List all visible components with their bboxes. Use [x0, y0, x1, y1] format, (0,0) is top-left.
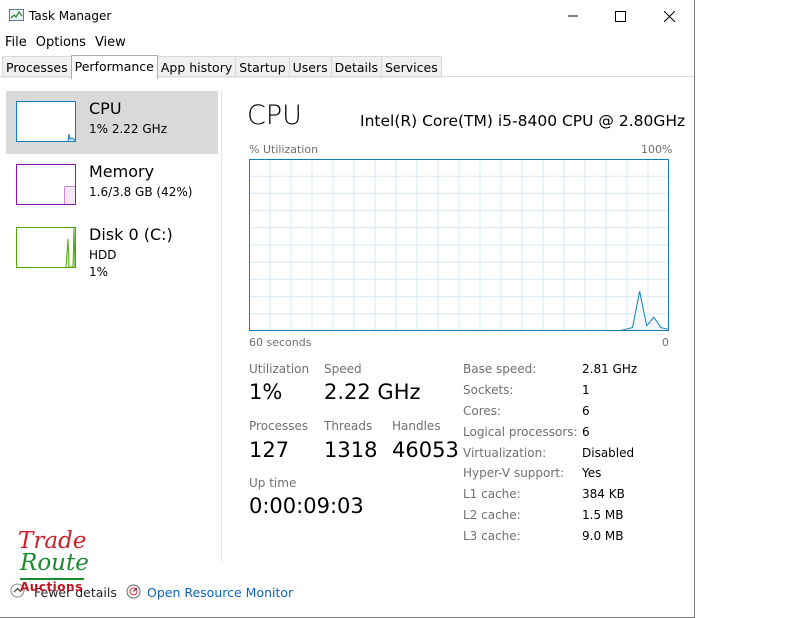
sidebar-item-cpu[interactable]: CPU 1% 2.22 GHz	[6, 91, 218, 154]
window-title: Task Manager	[29, 9, 112, 23]
tab-performance[interactable]: Performance	[70, 55, 158, 79]
maximize-icon	[614, 10, 626, 22]
resource-list: CPU 1% 2.22 GHz Memory 1.6/3.8 GB (42%) …	[6, 91, 218, 280]
menu-file[interactable]: File	[0, 33, 31, 53]
spec-value: 1	[582, 383, 590, 397]
tab-strip: Processes Performance App history Startu…	[2, 55, 442, 79]
graph-time-end: 0	[662, 336, 669, 349]
processes-value: 127	[249, 438, 290, 462]
spec-value: Yes	[582, 466, 602, 480]
sidebar-item-subtitle: 1.6/3.8 GB (42%)	[89, 185, 193, 199]
spec-value: 1.5 MB	[582, 508, 624, 522]
utilization-label: Utilization	[249, 362, 310, 376]
open-resource-monitor-link[interactable]: Open Resource Monitor	[147, 585, 293, 600]
handles-value: 46053	[392, 438, 459, 462]
spec-label: Hyper-V support:	[463, 466, 565, 480]
watermark-line3: Auctions	[20, 580, 83, 594]
maximize-button[interactable]	[597, 0, 643, 32]
handles-label: Handles	[392, 419, 441, 433]
spec-label: Base speed:	[463, 362, 537, 376]
sidebar-item-title: Disk 0 (C:)	[89, 225, 173, 244]
uptime-value: 0:00:09:03	[249, 494, 364, 518]
trade-route-auctions-watermark: Trade Route Auctions	[18, 528, 89, 598]
spec-label: Virtualization:	[463, 446, 547, 460]
minimize-button[interactable]	[550, 0, 596, 32]
menu-view[interactable]: View	[90, 33, 130, 53]
tab-services[interactable]: Services	[381, 56, 442, 78]
memory-thumbnail-graph	[16, 164, 76, 205]
sidebar-item-title: CPU	[89, 99, 122, 118]
tab-processes[interactable]: Processes	[2, 56, 72, 78]
speed-value: 2.22 GHz	[324, 380, 421, 404]
minimize-icon	[568, 15, 578, 17]
close-icon	[663, 10, 675, 22]
disk-thumbnail-graph	[16, 227, 76, 268]
spec-label: Cores:	[463, 404, 502, 418]
sidebar-item-subtitle: HDD	[89, 248, 117, 262]
panel-divider	[221, 90, 222, 562]
spec-value: 6	[582, 425, 590, 439]
sidebar-item-usage: 1%	[89, 265, 109, 279]
graph-label: % Utilization	[249, 143, 319, 156]
spec-label: L1 cache:	[463, 487, 521, 501]
menu-options[interactable]: Options	[31, 33, 90, 53]
cpu-model-name: Intel(R) Core(TM) i5-8400 CPU @ 2.80GHz	[360, 112, 686, 130]
title-bar: Task Manager	[0, 0, 694, 32]
watermark-line2: Route	[20, 550, 89, 576]
spec-value: 384 KB	[582, 487, 625, 501]
spec-label: Logical processors:	[463, 425, 578, 439]
menu-bar: File Options View	[0, 33, 130, 53]
task-manager-window: Task Manager File Options View Processes…	[0, 0, 695, 618]
graph-max-label: 100%	[641, 143, 673, 156]
spec-value: 6	[582, 404, 590, 418]
tab-details[interactable]: Details	[330, 56, 382, 78]
task-manager-icon	[9, 9, 24, 21]
close-button[interactable]	[646, 0, 692, 32]
tab-app-history[interactable]: App history	[156, 56, 237, 78]
utilization-value: 1%	[249, 380, 283, 404]
spec-value: 9.0 MB	[582, 529, 624, 543]
threads-label: Threads	[324, 419, 373, 433]
tab-startup[interactable]: Startup	[235, 56, 290, 78]
processes-label: Processes	[249, 419, 309, 433]
spec-value: Disabled	[582, 446, 635, 460]
sidebar-item-subtitle: 1% 2.22 GHz	[89, 122, 168, 136]
cpu-utilization-graph	[249, 159, 669, 331]
sidebar-item-title: Memory	[89, 162, 155, 181]
cpu-thumbnail-graph	[16, 101, 76, 142]
sidebar-item-memory[interactable]: Memory 1.6/3.8 GB (42%)	[6, 154, 218, 217]
threads-value: 1318	[324, 438, 378, 462]
spec-label: L3 cache:	[463, 529, 521, 543]
spec-label: Sockets:	[463, 383, 514, 397]
sidebar-item-disk[interactable]: Disk 0 (C:) HDD 1%	[6, 217, 218, 280]
tab-users[interactable]: Users	[288, 56, 332, 78]
speed-label: Speed	[324, 362, 362, 376]
spec-label: L2 cache:	[463, 508, 521, 522]
resource-monitor-icon	[126, 584, 141, 599]
utilization-area	[618, 291, 668, 331]
uptime-label: Up time	[249, 476, 297, 490]
page-title: CPU	[247, 100, 302, 131]
graph-time-span: 60 seconds	[249, 336, 312, 349]
spec-value: 2.81 GHz	[582, 362, 638, 376]
